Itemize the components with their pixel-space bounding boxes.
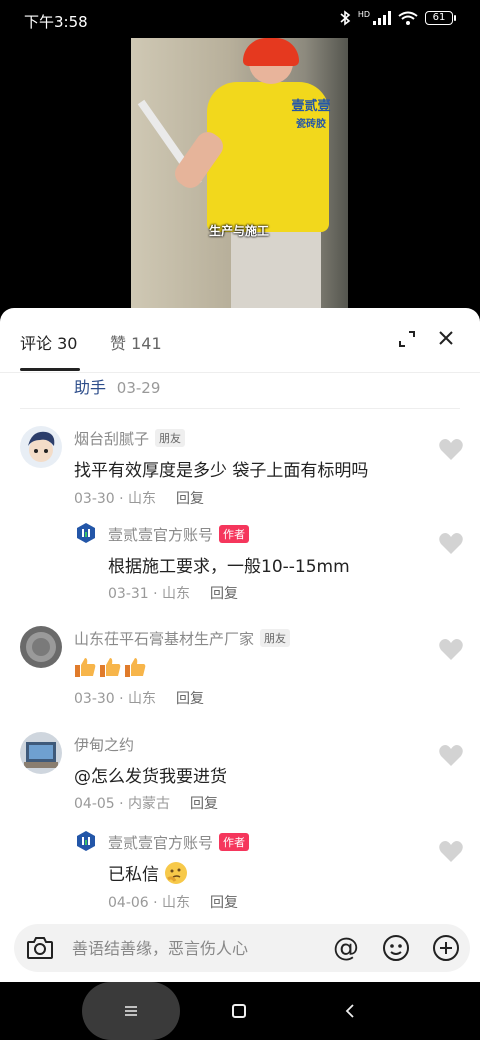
previous-comment-user[interactable]: 助手 [74,378,106,397]
reply-button[interactable]: 回复 [210,895,238,911]
heart-icon[interactable] [438,438,464,462]
comment-meta: 03-31 · 山东 回复 [108,586,239,602]
avatar[interactable] [20,626,62,668]
add-icon[interactable] [432,934,460,962]
previous-comment-tail: 助手 03-29 [74,374,160,398]
section-divider [20,408,460,409]
heart-icon[interactable] [438,840,464,864]
back-icon[interactable] [342,1003,358,1019]
thinking-face-icon [165,862,188,884]
heart-icon[interactable] [438,532,464,556]
status-icons: HD 61 [339,10,456,26]
commenter-name[interactable]: 烟台刮腻子 朋友 [74,428,186,449]
reply-button[interactable]: 回复 [176,691,204,707]
author-badge: 作者 [219,525,250,543]
commenter-name[interactable]: 伊甸之约 [74,734,134,755]
official-logo-icon[interactable] [75,830,97,852]
reply-button[interactable]: 回复 [190,796,218,812]
battery-level: 61 [425,11,453,25]
helmet [243,38,299,66]
comment-input-bar: @ [14,924,470,972]
thumbs-up-icon [125,658,146,677]
heart-icon[interactable] [438,638,464,662]
signal-icon [373,11,391,25]
comment-meta: 03-30 · 山东 回复 [74,491,205,507]
video-frame[interactable]: 壹贰壹 瓷砖胶 生产与施工 [131,38,348,310]
comment-text: 已私信 [108,860,188,885]
camera-icon[interactable] [26,935,54,961]
tab-comments[interactable]: 评论 30 [20,330,77,354]
comment-text: @怎么发货我要进货 [74,767,227,787]
status-time: 下午3:58 [24,13,88,31]
commenter-name[interactable]: 壹贰壹官方账号 作者 [108,524,250,545]
commenter-name[interactable]: 壹贰壹官方账号 作者 [108,832,250,853]
heart-icon[interactable] [438,744,464,768]
commenter-name[interactable]: 山东茌平石膏基材生产厂家 朋友 [74,628,291,649]
thumbs-up-icon [100,658,121,677]
comment-meta: 04-06 · 山东 回复 [108,895,239,911]
official-logo-icon[interactable] [75,522,97,544]
tab-likes[interactable]: 赞 141 [110,330,162,354]
menu-icon[interactable] [124,1004,138,1018]
battery-icon: 61 [425,11,456,25]
wifi-icon [398,11,418,25]
shirt-logo-text: 壹贰壹 瓷砖胶 [291,99,331,130]
status-bar: 下午3:58 HD 61 [0,0,480,38]
expand-icon[interactable] [398,330,416,348]
avatar[interactable] [20,732,62,774]
friend-badge: 朋友 [260,629,291,647]
comment-text: 根据施工要求，一般10--15mm [108,557,350,577]
comments-panel: 评论 30 赞 141 助手 03-29 烟台刮腻子 朋友 找平有效厚度是多少 袋… [0,308,480,982]
panel-tabs: 评论 30 赞 141 [0,308,480,372]
comment-text: 找平有效厚度是多少 袋子上面有标明吗 [74,461,369,481]
video-player[interactable]: 壹贰壹 瓷砖胶 生产与施工 [0,38,480,310]
reply-button[interactable]: 回复 [210,586,238,602]
friend-badge: 朋友 [155,429,186,447]
thumbs-up-icon [75,658,96,677]
comment-meta: 03-30 · 山东 回复 [74,691,205,707]
emoji-icon[interactable] [382,934,410,962]
author-badge: 作者 [219,833,250,851]
reply-button[interactable]: 回复 [176,491,204,507]
comment-emoji-row [74,656,149,679]
bluetooth-icon [340,10,351,26]
comment-input[interactable] [72,934,332,962]
mention-icon[interactable]: @ [330,932,362,964]
previous-comment-date: 03-29 [116,379,161,397]
worker-pants [231,232,321,310]
system-nav-bar [0,982,480,1040]
video-caption: 生产与施工 [209,224,270,238]
avatar[interactable] [20,426,62,468]
home-icon[interactable] [232,1004,246,1018]
network-type-label: HD [357,10,370,19]
close-icon[interactable] [438,330,454,346]
comment-meta: 04-05 · 内蒙古 回复 [74,796,219,812]
tabs-divider [0,372,480,373]
active-tab-indicator [20,368,80,371]
